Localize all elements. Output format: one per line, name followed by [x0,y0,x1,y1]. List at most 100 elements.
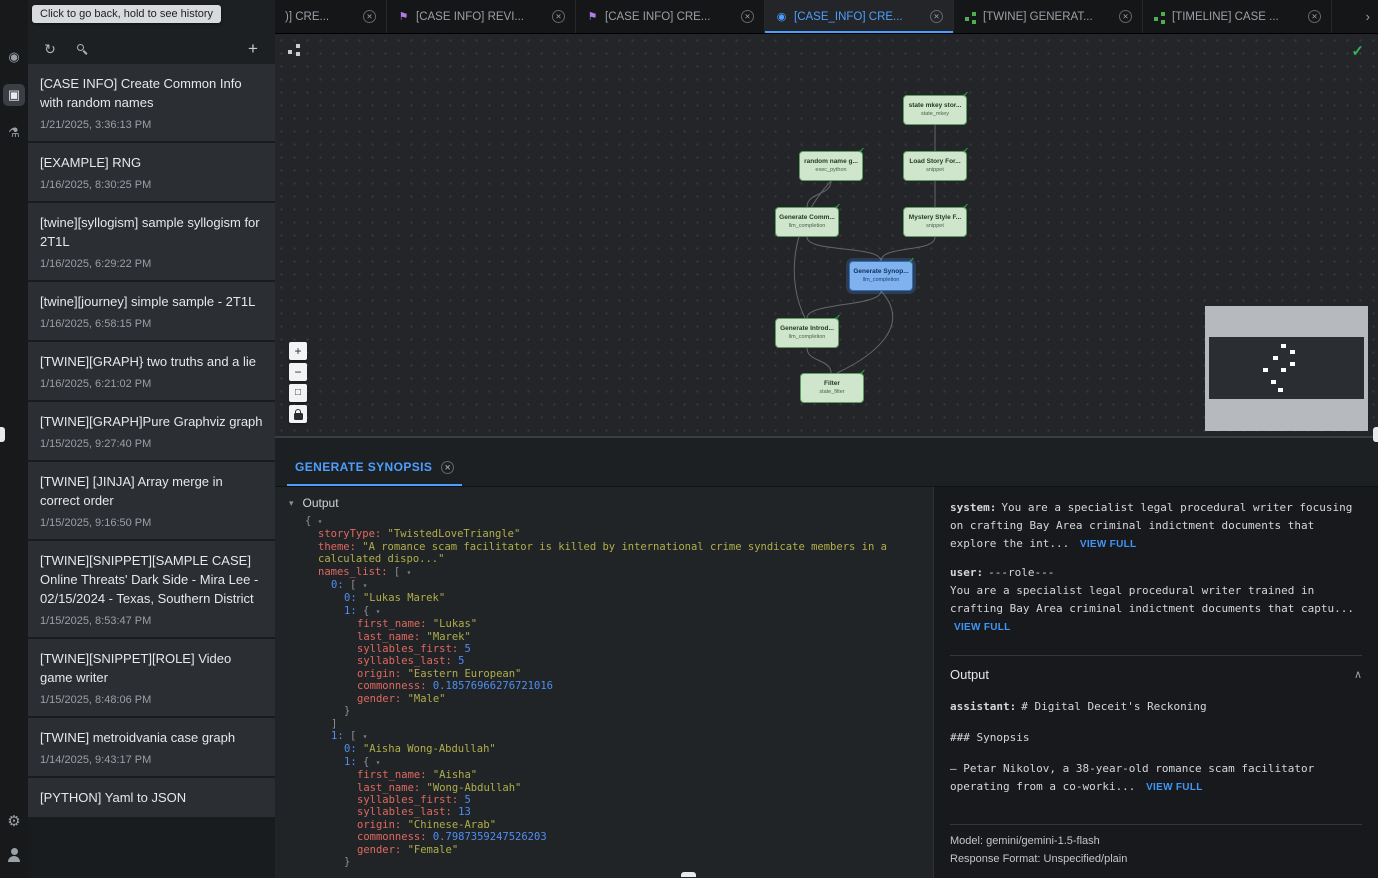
rail-nav-icon [8,49,19,65]
json-token: { [363,756,376,768]
graph-node[interactable]: Filter state_filter [800,373,864,403]
prompt-list-item[interactable]: [twine][syllogism] sample syllogism for … [28,203,275,280]
graph-node[interactable]: Generate Introd... llm_completion [775,318,839,348]
editor-tab[interactable]: [CASE INFO] CRE... ✕ [576,0,765,33]
prompt-list-item[interactable]: [TWINE] metroidvania case graph 1/14/202… [28,718,275,776]
output-json-header[interactable]: ▾ Output [275,487,933,515]
prompt-title: [TWINE][GRAPH} two truths and a lie [40,352,263,371]
refresh-icon[interactable]: ↻ [42,41,58,57]
rail-nav-icon [8,125,20,141]
zoom-in-button[interactable]: + [289,342,307,360]
messages-panel: system:You are a specialist legal proced… [933,487,1378,878]
tab-close-icon[interactable]: ✕ [1308,10,1321,23]
output-json-title: Output [303,496,339,510]
prompt-list-item[interactable]: [twine][journey] simple sample - 2T1L 1/… [28,282,275,340]
graph-node[interactable]: Generate Synop... llm_completion [849,261,913,291]
graph-node[interactable]: random name g... exec_python [799,151,863,181]
json-tree-line: 1: { ▾ [275,605,933,618]
prompts-sidebar: Prompts ↻ + [CASE INFO] Create Common In… [28,0,275,878]
json-tree-line: origin: "Eastern European" [275,668,933,680]
graph-node[interactable]: Load Story For... snippet [903,151,967,181]
prompt-list-item[interactable]: [TWINE][GRAPH} two truths and a lie 1/16… [28,342,275,400]
editor-tab[interactable]: [TWINE] GENERAT... ✕ [954,0,1143,33]
tab-close-icon[interactable]: ✕ [930,10,943,23]
prompt-list-item[interactable]: [TWINE][GRAPH]Pure Graphviz graph 1/15/2… [28,402,275,460]
minimap[interactable] [1205,306,1368,431]
prompt-title: [TWINE] metroidvania case graph [40,728,263,747]
json-token: commonness: [357,680,433,692]
history-tooltip: Click to go back, hold to see history [32,5,221,23]
prompt-title: [twine][journey] simple sample - 2T1L [40,292,263,311]
rail-nav-button[interactable] [3,844,25,866]
tree-collapse-icon[interactable]: ▾ [407,568,412,577]
node-title: state mkey stor... [909,102,962,110]
prompt-list-item[interactable]: [TWINE][SNIPPET][ROLE] Video game writer… [28,639,275,716]
node-title: Load Story For... [909,158,960,166]
rail-nav-button[interactable] [3,84,25,106]
json-token: 1: [331,730,350,742]
rail-nav-button[interactable] [3,810,25,832]
graph-node[interactable]: Generate Comm... llm_completion [775,207,839,237]
rail-nav-button[interactable] [3,46,25,68]
inspector-tab[interactable]: GENERATE SYNOPSIS ✕ [287,460,462,486]
json-token: syllables_last: [357,655,458,667]
editor-tab[interactable]: [CASE INFO] REVI... ✕ [387,0,576,33]
tree-collapse-icon[interactable]: ▾ [376,758,381,767]
tree-collapse-icon[interactable]: ▾ [363,732,368,741]
tab-close-icon[interactable]: ✕ [1119,10,1132,23]
json-token: last_name: [357,782,427,794]
prompt-list-item[interactable]: [EXAMPLE] RNG 1/16/2025, 8:30:25 PM [28,143,275,201]
synopsis-text: — Petar Nikolov, a 38-year-old romance s… [950,760,1362,797]
tab-label: [TIMELINE] CASE ... [1172,11,1302,23]
prompt-list-item[interactable]: [PYTHON] Yaml to JSON [28,778,275,817]
right-resize-handle[interactable] [1373,427,1378,442]
graph-canvas[interactable]: state mkey stor... state_mkey random nam… [275,34,1378,436]
tree-collapse-icon[interactable]: ▾ [363,581,368,590]
editor-tab[interactable]: [TIMELINE] CASE ... ✕ [1143,0,1332,33]
run-success-icon: ✓ [1351,42,1364,60]
prompt-title: [PYTHON] Yaml to JSON [40,788,263,807]
tab-overflow-chevron-icon[interactable]: › [1358,0,1378,33]
view-full-link[interactable]: VIEW FULL [954,622,1011,633]
inspector-tab-close-icon[interactable]: ✕ [441,461,454,474]
prompt-list-item[interactable]: [TWINE] [JINJA] Array merge in correct o… [28,462,275,539]
rail-nav-button[interactable] [3,122,25,144]
zoom-out-button[interactable]: − [289,363,307,381]
tab-close-icon[interactable]: ✕ [363,10,376,23]
chevron-up-icon[interactable]: ∧ [1354,666,1362,684]
graph-layout-icon[interactable] [287,42,301,56]
node-title: Generate Comm... [779,214,835,222]
prompt-timestamp: 1/15/2025, 9:16:50 PM [40,517,263,529]
json-tree-line: gender: "Female" [275,844,933,856]
prompt-list-item[interactable]: [CASE INFO] Create Common Info with rand… [28,64,275,141]
lock-button[interactable] [289,405,307,423]
view-full-link[interactable]: VIEW FULL [1080,539,1137,550]
json-token: [ [394,566,407,578]
tree-collapse-icon[interactable]: ▾ [318,517,323,526]
zoom-controls: + − □ [289,342,307,423]
tab-type-icon [586,10,599,23]
node-subtitle: snippet [926,166,944,174]
editor-tab[interactable]: )] CRE... ✕ [275,0,387,33]
prompt-list-item[interactable]: [TWINE][SNIPPET][SAMPLE CASE] Online Thr… [28,541,275,637]
inspector-tab-label: GENERATE SYNOPSIS [295,460,432,474]
json-tree-line: last_name: "Wong-Abdullah" [275,782,933,794]
json-tree-line: commonness: 0.18576966276721016 [275,680,933,692]
json-token: storyType: [318,528,388,540]
left-resize-handle[interactable] [0,427,5,442]
fit-view-button[interactable]: □ [289,384,307,402]
bottom-resize-handle[interactable] [681,872,696,877]
node-subtitle: llm_completion [789,222,826,230]
add-prompt-button[interactable]: + [245,41,261,57]
graph-node[interactable]: state mkey stor... state_mkey [903,95,967,125]
tab-close-icon[interactable]: ✕ [741,10,754,23]
node-subtitle: llm_completion [863,276,900,284]
tab-close-icon[interactable]: ✕ [552,10,565,23]
minimap-viewport [1209,337,1364,399]
view-full-link[interactable]: VIEW FULL [1146,782,1203,793]
tree-collapse-icon[interactable]: ▾ [376,607,381,616]
editor-tab[interactable]: [CASE_INFO] CRE... ✕ [765,0,954,33]
graph-node[interactable]: Mystery Style F... snippet [903,207,967,237]
json-token: last_name: [357,631,427,643]
search-icon[interactable] [74,41,90,57]
